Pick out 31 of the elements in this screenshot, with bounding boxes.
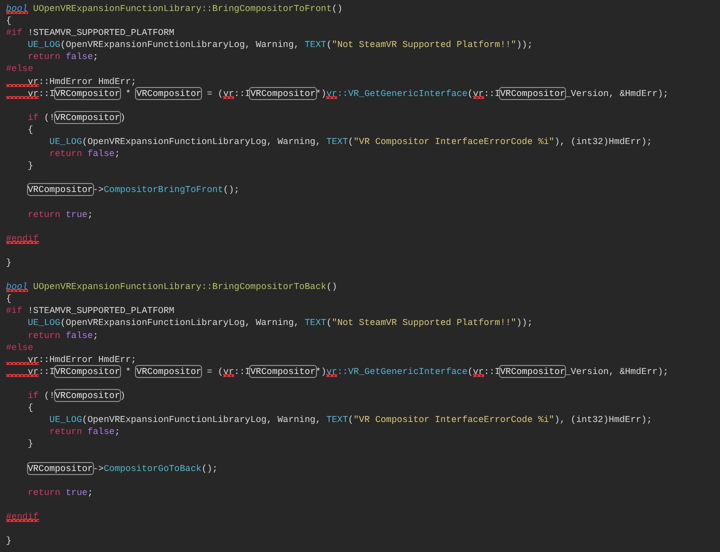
code-line: return true;: [26, 208, 93, 221]
code-line: {: [6, 15, 12, 28]
code-line: return true;: [26, 486, 93, 499]
code-line: bool UOpenVRExpansionFunctionLibrary::BringCompositorToFront(): [6, 3, 343, 16]
code-line: #else: [6, 342, 34, 354]
code-line: #if !STEAMVR_SUPPORTED_PLATFORM: [6, 27, 174, 40]
code-line: vr::IVRCompositor * VRCompositor = (vr::IVRCompositor*)vr::VR_GetGenericInterface(vr::IVRCompositor_Version, &HmdErr);: [6, 366, 668, 378]
code-line: VRCompositor->CompositorGoToBack();: [26, 462, 218, 475]
code-line: }: [26, 438, 34, 450]
code-line: UE_LOG(OpenVRExpansionFunctionLibraryLog, Warning, TEXT("Not SteamVR Supported Platform!!"));: [26, 317, 533, 330]
code-line: return false;: [48, 426, 120, 438]
code-line: #if !STEAMVR_SUPPORTED_PLATFORM: [6, 305, 174, 318]
code-line: {: [26, 402, 34, 414]
code-line: return false;: [26, 330, 98, 342]
code-line: }: [6, 535, 12, 548]
code-line: return false;: [26, 51, 98, 64]
code-line: if (!VRCompositor): [26, 390, 126, 402]
code-line: }: [26, 160, 34, 172]
code-line: VRCompositor->CompositorBringToFront();: [26, 184, 240, 196]
code-line: #else: [6, 63, 34, 76]
code-line: }: [6, 256, 12, 270]
code-line: if (!VRCompositor): [26, 112, 126, 124]
code-line: vr::HmdError HmdErr;: [6, 76, 136, 88]
code-line: vr::IVRCompositor * VRCompositor = (vr::IVRCompositor*)vr::VR_GetGenericInterface(vr::IVRCompositor_Version, &HmdErr);: [6, 88, 668, 100]
code-line: UE_LOG(OpenVRExpansionFunctionLibraryLog, Warning, TEXT("VR Compositor InterfaceErrorCode %i"), (int32)HmdErr);: [48, 136, 652, 148]
code-line: UE_LOG(OpenVRExpansionFunctionLibraryLog, Warning, TEXT("VR Compositor InterfaceErrorCode %i"), (int32)HmdErr);: [48, 414, 652, 426]
code-line: {: [6, 293, 12, 306]
code-line: UE_LOG(OpenVRExpansionFunctionLibraryLog, Warning, TEXT("Not SteamVR Supported Platform!!"));: [26, 39, 533, 52]
code-line: {: [26, 124, 34, 136]
code-line: return false;: [48, 148, 120, 160]
code-line: vr::HmdError HmdErr;: [6, 354, 136, 366]
